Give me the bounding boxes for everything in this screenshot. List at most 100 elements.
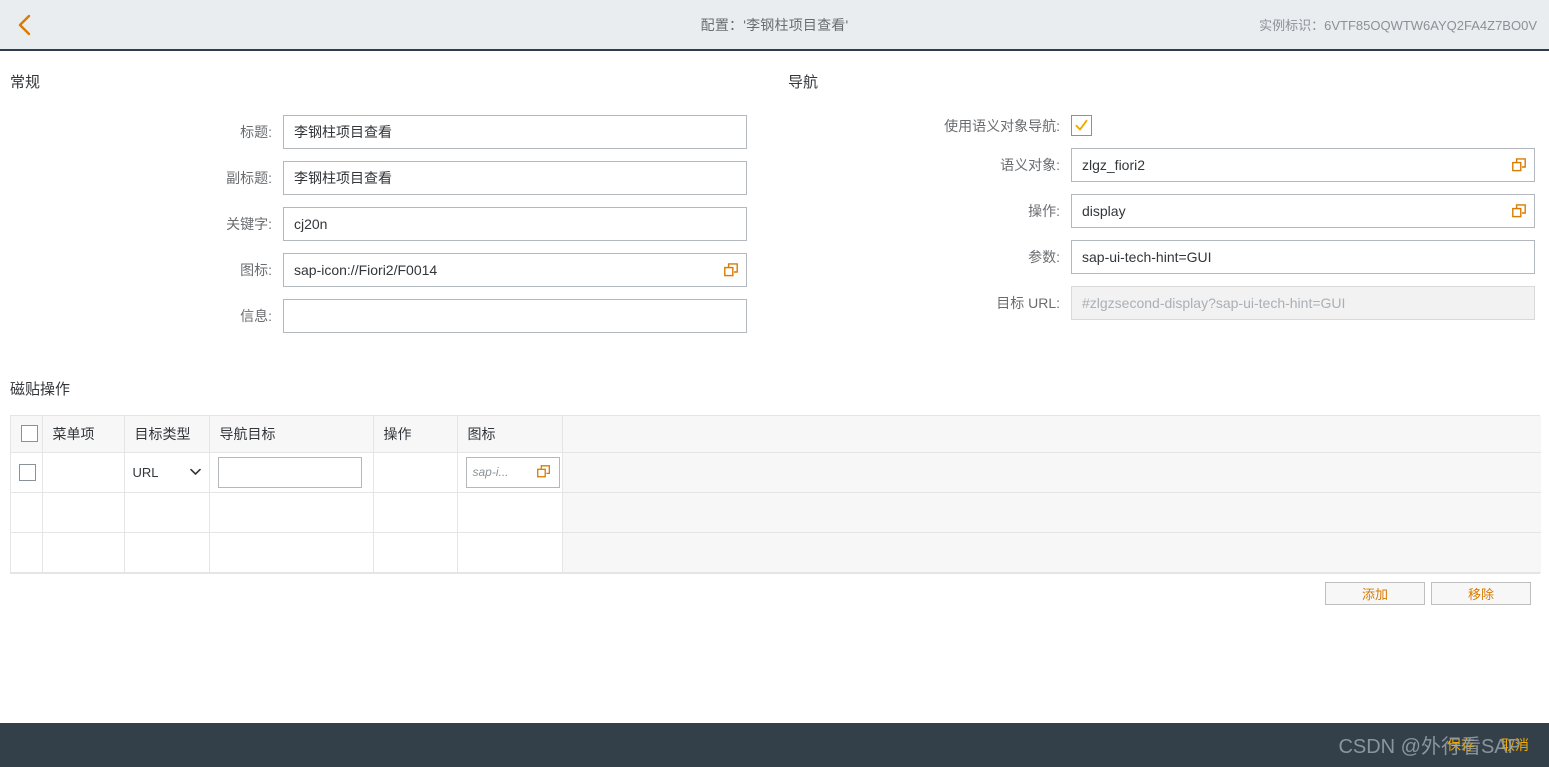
cell-nav-target [209,532,374,573]
cell-action [373,492,458,533]
back-button[interactable] [2,2,48,48]
label-semantic-object: 语义对象: [1000,157,1060,173]
label-info: 信息: [240,308,272,324]
input-keywords[interactable]: cj20n [283,207,747,241]
label-target-url: 目标 URL: [996,295,1060,311]
cell-menu-item[interactable] [42,452,125,493]
table-header-row: 菜单项 目标类型 导航目标 操作 图标 [11,416,1541,453]
input-action[interactable]: display [1071,194,1535,228]
icon-input-placeholder: sap-i... [472,465,509,479]
value-help-icon[interactable] [716,254,746,286]
input-subtitle-value: 李钢柱项目查看 [294,170,392,186]
select-all-checkbox[interactable] [21,425,38,443]
checkbox-semantic-object-navigation[interactable] [1071,115,1092,136]
label-action: 操作: [1028,203,1060,219]
input-parameters[interactable]: sap-ui-tech-hint=GUI [1071,240,1535,274]
remove-button[interactable]: 移除 [1431,582,1531,605]
table-action-buttons: 添加 移除 [1325,582,1531,605]
cell-nav-target [209,452,374,493]
form-row-subtitle: 副标题: 李钢柱项目查看 [0,161,747,195]
label-subtitle: 副标题: [226,170,272,186]
instance-id: 实例标识：6VTF85OQWTW6AYQ2FA4Z7BO0V [1259,18,1537,33]
value-help-glyph [536,465,550,478]
label-parameters: 参数: [1028,249,1060,265]
value-help-icon[interactable] [1504,149,1534,181]
footer-bar: 保存 取消 [0,723,1549,767]
value-help-glyph [1511,157,1526,171]
cell-menu-item [42,492,125,533]
save-button[interactable]: 保存 [1439,733,1483,757]
form-row-parameters: 参数: sap-ui-tech-hint=GUI [788,240,1535,274]
input-subtitle[interactable]: 李钢柱项目查看 [283,161,747,195]
value-help-icon[interactable] [529,456,559,488]
row-select-cell [11,492,43,533]
chevron-left-icon [18,14,31,35]
cell-filler [562,452,1541,493]
value-help-glyph [1511,203,1526,217]
row-checkbox[interactable] [19,463,36,481]
label-title: 标题: [240,124,272,140]
cell-menu-item [42,532,125,573]
column-target-type: 目标类型 [124,416,210,453]
input-keywords-value: cj20n [294,216,328,232]
cell-action [373,532,458,573]
navigation-form: 使用语义对象导航: 语义对象: zlgz_fiori2 操作: display … [788,115,1535,332]
app-page: 配置：'李钢柱项目查看' 实例标识：6VTF85OQWTW6AYQ2FA4Z7B… [0,0,1549,767]
cell-action[interactable] [373,452,458,493]
table-row: URL sap-i... [11,452,1541,493]
input-title[interactable]: 李钢柱项目查看 [283,115,747,149]
form-row-action: 操作: display [788,194,1535,228]
label-semantic-nav: 使用语义对象导航: [944,117,1060,134]
general-form: 标题: 李钢柱项目查看 副标题: 李钢柱项目查看 关键字: cj20n 图标: … [0,115,747,345]
input-semantic-object-value: zlgz_fiori2 [1082,157,1146,173]
chevron-down-icon [189,468,201,475]
icon-input[interactable]: sap-i... [465,456,560,488]
cell-filler [562,492,1541,533]
tile-actions-table: 菜单项 目标类型 导航目标 操作 图标 URL sap-i... [10,415,1541,574]
value-help-glyph [723,262,738,276]
row-select-cell [11,452,43,493]
column-menu-item: 菜单项 [42,416,125,453]
table-row [11,532,1541,573]
cell-icon [457,532,563,573]
table-row [11,492,1541,533]
input-title-value: 李钢柱项目查看 [294,124,392,140]
target-type-select[interactable]: URL [132,458,201,486]
section-title-navigation: 导航 [788,74,819,91]
cell-filler [562,532,1541,573]
row-select-cell [11,532,43,573]
input-target-url: #zlgzsecond-display?sap-ui-tech-hint=GUI [1071,286,1535,320]
section-title-tile-actions: 磁贴操作 [10,381,71,398]
check-icon [1075,119,1088,131]
input-parameters-value: sap-ui-tech-hint=GUI [1082,249,1212,265]
page-header: 配置：'李钢柱项目查看' 实例标识：6VTF85OQWTW6AYQ2FA4Z7B… [0,0,1549,51]
input-info[interactable] [283,299,747,333]
add-button[interactable]: 添加 [1325,582,1425,605]
input-semantic-object[interactable]: zlgz_fiori2 [1071,148,1535,182]
cell-nav-target [209,492,374,533]
column-action: 操作 [373,416,458,453]
target-type-value: URL [132,464,159,480]
label-keywords: 关键字: [226,216,272,232]
column-select-all [11,416,43,453]
form-row-semantic-nav: 使用语义对象导航: [788,115,1535,136]
input-target-url-placeholder: #zlgzsecond-display?sap-ui-tech-hint=GUI [1082,295,1346,311]
column-filler [562,416,1541,453]
cell-target-type: URL [124,452,210,493]
column-icon: 图标 [457,416,563,453]
nav-target-input[interactable] [217,456,362,488]
value-help-icon[interactable] [1504,195,1534,227]
cell-icon [457,492,563,533]
cancel-button[interactable]: 取消 [1493,733,1537,757]
input-action-value: display [1082,203,1126,219]
label-icon: 图标: [240,262,272,278]
form-row-keywords: 关键字: cj20n [0,207,747,241]
cell-target-type [124,492,210,533]
form-row-info: 信息: [0,299,747,333]
form-row-title: 标题: 李钢柱项目查看 [0,115,747,149]
column-nav-target: 导航目标 [209,416,374,453]
input-icon[interactable]: sap-icon://Fiori2/F0014 [283,253,747,287]
form-row-target-url: 目标 URL: #zlgzsecond-display?sap-ui-tech-… [788,286,1535,320]
section-title-general: 常规 [10,74,41,91]
form-row-icon: 图标: sap-icon://Fiori2/F0014 [0,253,747,287]
